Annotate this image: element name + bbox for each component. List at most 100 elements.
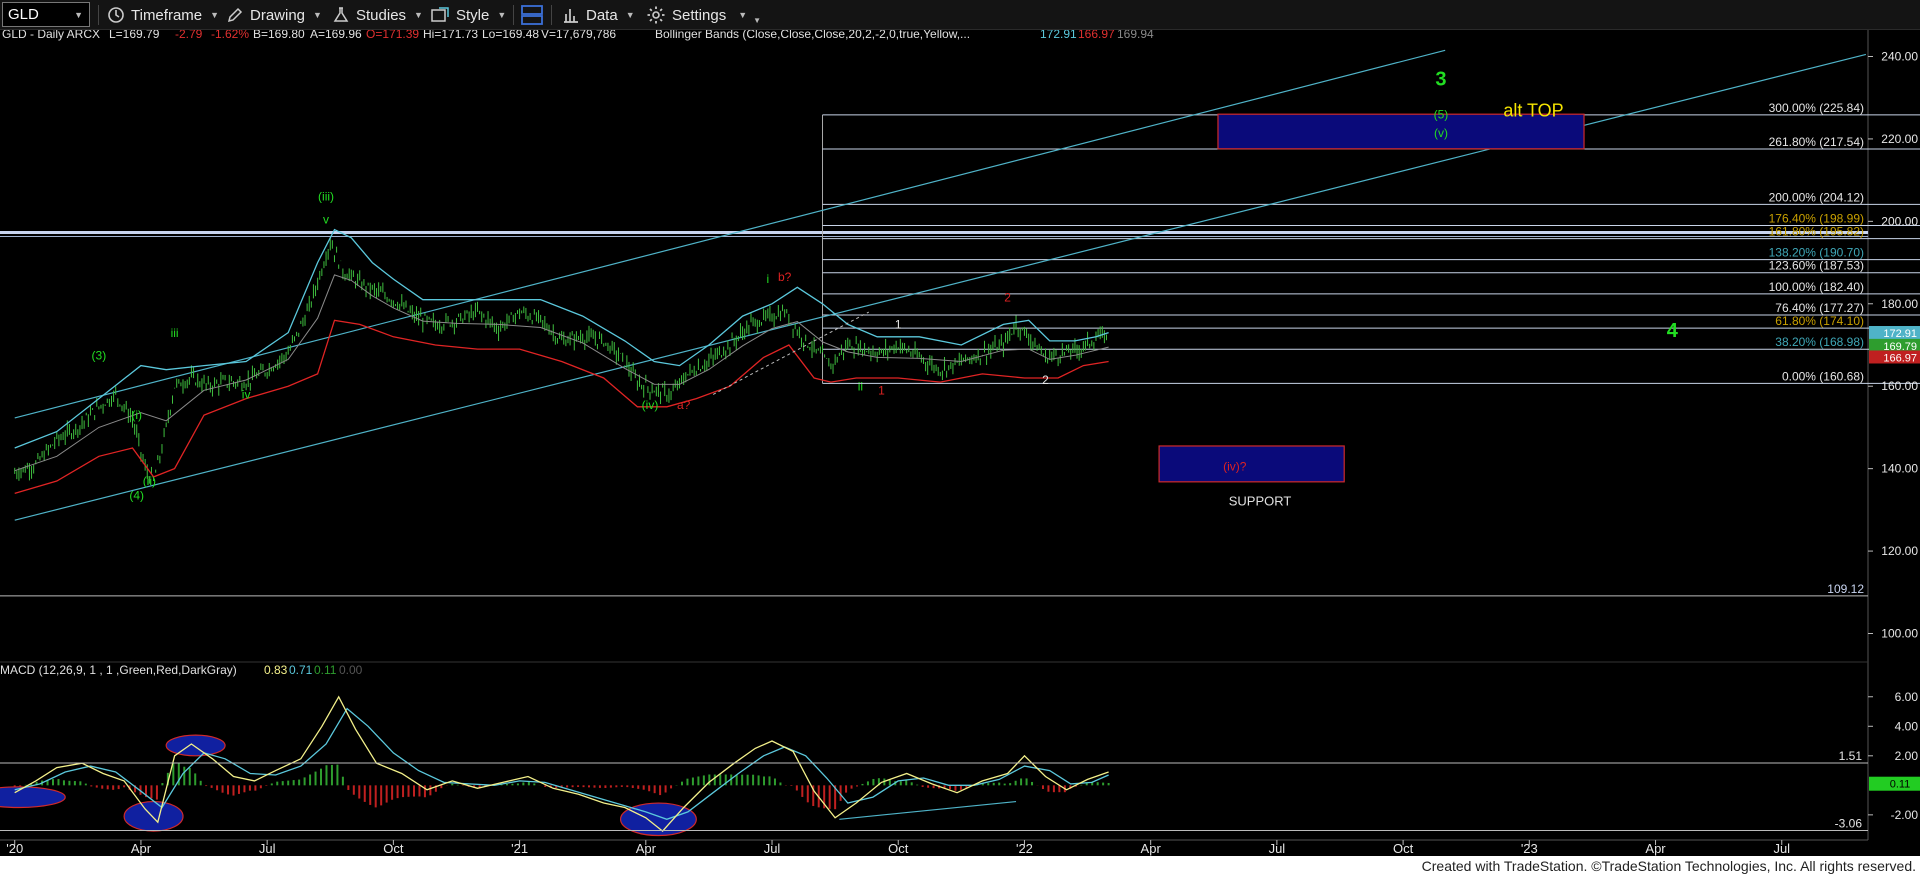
study-label: Bollinger Bands (Close,Close,Close,20,2,… bbox=[655, 30, 970, 41]
studies-menu[interactable]: Studies ▼ bbox=[332, 4, 423, 26]
time-axis-label: Jul bbox=[1773, 841, 1790, 856]
price-axis-label: 140.00 bbox=[1881, 462, 1918, 476]
time-axis-label: Apr bbox=[131, 841, 152, 856]
macd-value-2: 0.71 bbox=[289, 663, 313, 677]
style-icon bbox=[431, 7, 449, 22]
fib-level-label: 161.80% (195.82) bbox=[1769, 225, 1864, 239]
wave-label: alt TOP bbox=[1503, 100, 1563, 120]
price-axis-label: 240.00 bbox=[1881, 49, 1918, 63]
wave-label: i bbox=[766, 272, 769, 286]
studies-caret-icon: ▼ bbox=[414, 10, 423, 20]
macd-value-3: 0.11 bbox=[314, 663, 337, 677]
support-box[interactable] bbox=[1158, 445, 1345, 483]
layout-icon bbox=[521, 5, 543, 25]
price-axis-label: 160.00 bbox=[1881, 379, 1918, 393]
fib-level-label: 61.80% (174.10) bbox=[1775, 314, 1864, 328]
price-axis-label: 220.00 bbox=[1881, 132, 1918, 146]
layout-button[interactable] bbox=[520, 4, 544, 26]
last-price: L=169.79 bbox=[109, 30, 160, 41]
horizontal-line-label: 109.12 bbox=[1827, 582, 1864, 596]
time-axis-label: Oct bbox=[383, 841, 404, 856]
wave-label: iii bbox=[171, 326, 179, 340]
bb-mid-value: 169.94 bbox=[1117, 30, 1154, 41]
time-axis-label: '22 bbox=[1016, 841, 1033, 856]
fib-level-label: 300.00% (225.84) bbox=[1769, 101, 1864, 115]
wave-label: 1 bbox=[878, 383, 885, 397]
style-menu[interactable]: Style ▼ bbox=[430, 4, 506, 26]
wave-label: (4) bbox=[129, 489, 144, 503]
wave-label: ii bbox=[858, 379, 863, 393]
wave-label: v bbox=[323, 212, 329, 226]
wave-label: (3) bbox=[92, 348, 107, 362]
symbol-dropdown-icon[interactable]: ▼ bbox=[74, 10, 83, 20]
time-axis-label: Jul bbox=[764, 841, 781, 856]
toolbar: GLD ▼ Timeframe ▼ Drawing ▼ Studies ▼ St… bbox=[0, 0, 1920, 30]
settings-caret-icon: ▼ bbox=[738, 10, 748, 20]
time-axis-label: Apr bbox=[1645, 841, 1666, 856]
settings-label: Settings bbox=[672, 6, 727, 24]
wave-label: a? bbox=[677, 398, 691, 412]
fib-level-label: 176.40% (198.99) bbox=[1769, 212, 1864, 226]
timeframe-caret-icon: ▼ bbox=[210, 10, 220, 20]
last-price-tag-label: 172.91 bbox=[1883, 328, 1917, 340]
fib-level-label: 261.80% (217.54) bbox=[1769, 135, 1864, 149]
high-price: Hi=171.73 bbox=[423, 30, 478, 41]
macd-axis-label: 6.00 bbox=[1895, 690, 1919, 704]
drawing-menu[interactable]: Drawing ▼ bbox=[226, 4, 322, 26]
bb-lower-value: 166.97 bbox=[1078, 30, 1115, 41]
time-axis-label: '21 bbox=[511, 841, 528, 856]
time-axis-label: Apr bbox=[636, 841, 657, 856]
fib-level-label: 200.00% (204.12) bbox=[1769, 190, 1864, 204]
data-label: Data bbox=[586, 6, 618, 24]
price-change: -2.79 bbox=[175, 30, 203, 41]
macd-value-1: 0.83 bbox=[264, 663, 288, 677]
timeframe-menu[interactable]: Timeframe ▼ bbox=[107, 4, 219, 26]
bb-upper-value: 172.91 bbox=[1040, 30, 1077, 41]
pencil-icon bbox=[227, 7, 243, 23]
time-axis-label: Apr bbox=[1141, 841, 1162, 856]
wave-label: 2 bbox=[1004, 291, 1011, 305]
ask-price: A=169.96 bbox=[310, 30, 362, 41]
data-menu[interactable]: Data ▼ bbox=[562, 4, 635, 26]
more-caret-icon[interactable]: ▼ bbox=[753, 16, 761, 25]
macd-trendline[interactable] bbox=[839, 800, 1017, 820]
wave-label: (iv)? bbox=[1223, 460, 1247, 474]
macd-horizontal-line-label: -3.06 bbox=[1835, 817, 1863, 831]
wave-label: (5) bbox=[1434, 107, 1449, 121]
fib-level-label: 138.20% (190.70) bbox=[1769, 246, 1864, 260]
wave-label: (i) bbox=[131, 408, 142, 422]
wave-label: 3 bbox=[1435, 68, 1446, 90]
macd-label: MACD (12,26,9, 1 , 1 ,Green,Red,DarkGray… bbox=[0, 663, 237, 677]
symbol-input[interactable]: GLD ▼ bbox=[2, 2, 90, 27]
macd-highlight-ellipse[interactable] bbox=[165, 734, 226, 757]
macd-value-tag-label: 0.11 bbox=[1890, 779, 1911, 791]
macd-highlight-ellipse[interactable] bbox=[0, 786, 66, 809]
chart-area[interactable]: 109.12 300.00% (225.84) 261.80% (217.54) 2… bbox=[0, 30, 1920, 856]
time-axis-label: Jul bbox=[259, 841, 276, 856]
time-axis-label: Oct bbox=[1393, 841, 1414, 856]
bid-price: B=169.80 bbox=[253, 30, 305, 41]
time-axis-label: Jul bbox=[1269, 841, 1286, 856]
wave-label: (iii) bbox=[318, 190, 334, 204]
wave-label: (v) bbox=[1434, 126, 1448, 140]
volume: V=17,679,786 bbox=[541, 30, 616, 41]
price-axis-label: 100.00 bbox=[1881, 627, 1918, 641]
flask-icon bbox=[333, 7, 349, 22]
wave-label: (iv) bbox=[642, 398, 659, 412]
settings-menu[interactable]: Settings ▼ ▼ bbox=[646, 4, 761, 26]
instrument-label: GLD - Daily ARCX bbox=[2, 30, 100, 41]
macd-axis-label: -2.00 bbox=[1891, 808, 1919, 822]
symbol-text: GLD bbox=[8, 6, 39, 23]
wave-label: iv bbox=[242, 388, 251, 402]
macd-highlight-ellipse[interactable] bbox=[123, 800, 184, 832]
wave-label: b? bbox=[778, 270, 792, 284]
wave-label: SUPPORT bbox=[1229, 494, 1292, 509]
clock-icon bbox=[108, 7, 124, 23]
timeframe-label: Timeframe bbox=[131, 6, 203, 24]
price-axis-label: 200.00 bbox=[1881, 214, 1918, 228]
fib-level-label: 0.00% (160.68) bbox=[1782, 369, 1864, 383]
price-axis-label: 180.00 bbox=[1881, 297, 1918, 311]
macd-value-4: 0.00 bbox=[339, 663, 363, 677]
toolbar-separator bbox=[98, 5, 99, 25]
macd-axis-label: 4.00 bbox=[1895, 719, 1919, 733]
